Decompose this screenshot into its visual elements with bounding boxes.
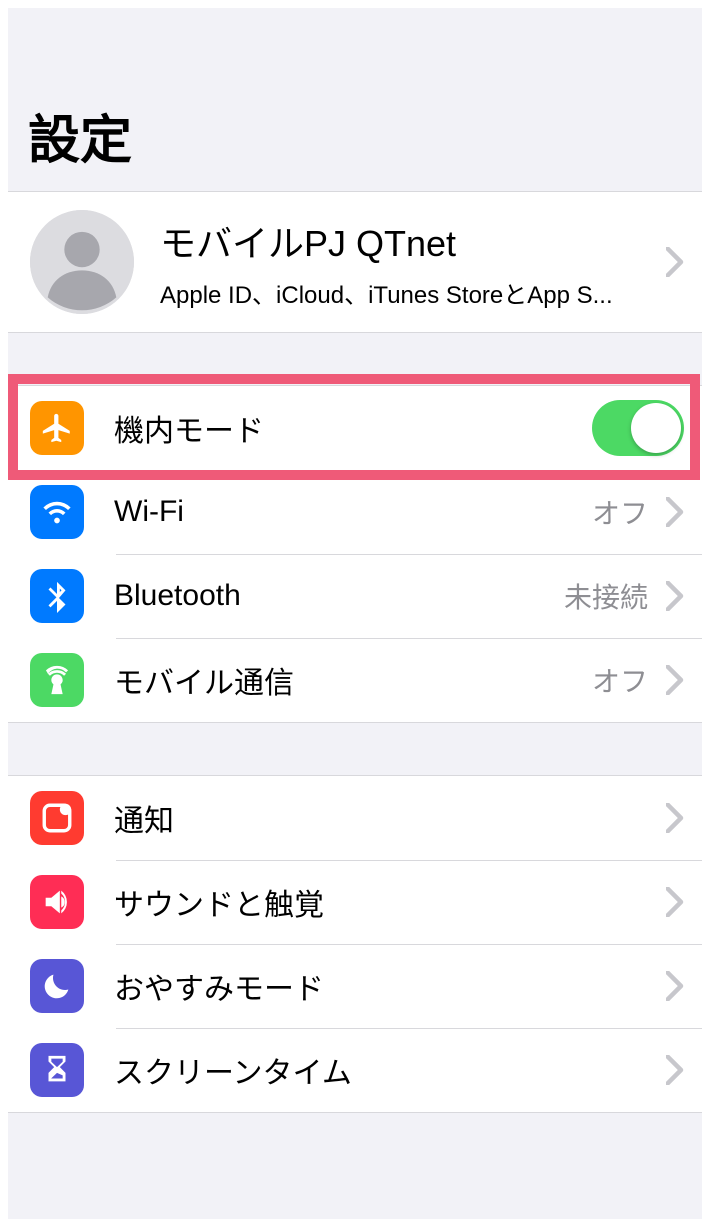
profile-row[interactable]: モバイルPJ QTnet Apple ID、iCloud、iTunes Stor… bbox=[8, 192, 702, 332]
notifications-icon bbox=[30, 791, 84, 845]
row-bluetooth[interactable]: Bluetooth 未接続 bbox=[8, 554, 702, 638]
page-title: 設定 bbox=[28, 98, 682, 173]
row-label: モバイル通信 bbox=[84, 658, 592, 702]
chevron-right-icon bbox=[658, 887, 684, 917]
header: 設定 bbox=[8, 8, 702, 191]
row-value: 未接続 bbox=[564, 576, 658, 616]
profile-name: モバイルPJ QTnet bbox=[160, 215, 658, 267]
general-group: 通知 サウンドと触覚 おやすみモード bbox=[8, 775, 702, 1113]
airplane-toggle[interactable] bbox=[592, 400, 684, 456]
row-wifi[interactable]: Wi-Fi オフ bbox=[8, 470, 702, 554]
row-notifications[interactable]: 通知 bbox=[8, 776, 702, 860]
sounds-icon bbox=[30, 875, 84, 929]
chevron-right-icon bbox=[658, 1055, 684, 1085]
chevron-right-icon bbox=[658, 665, 684, 695]
chevron-right-icon bbox=[658, 497, 684, 527]
chevron-right-icon bbox=[658, 247, 684, 277]
chevron-right-icon bbox=[658, 581, 684, 611]
avatar bbox=[30, 210, 134, 314]
chevron-right-icon bbox=[658, 971, 684, 1001]
profile-group: モバイルPJ QTnet Apple ID、iCloud、iTunes Stor… bbox=[8, 191, 702, 333]
row-value: オフ bbox=[592, 660, 658, 700]
moon-icon bbox=[30, 959, 84, 1013]
connectivity-group: 機内モード Wi-Fi オフ Bluetooth 未接続 bbox=[8, 385, 702, 723]
row-label: Wi-Fi bbox=[84, 495, 592, 529]
toggle-knob bbox=[631, 403, 681, 453]
profile-text: モバイルPJ QTnet Apple ID、iCloud、iTunes Stor… bbox=[134, 215, 658, 310]
profile-subtitle: Apple ID、iCloud、iTunes StoreとApp S... bbox=[160, 275, 658, 310]
row-label: 通知 bbox=[84, 796, 658, 840]
row-label: おやすみモード bbox=[84, 964, 658, 1008]
chevron-right-icon bbox=[658, 803, 684, 833]
row-do-not-disturb[interactable]: おやすみモード bbox=[8, 944, 702, 1028]
row-sounds[interactable]: サウンドと触覚 bbox=[8, 860, 702, 944]
bluetooth-icon bbox=[30, 569, 84, 623]
cellular-icon bbox=[30, 653, 84, 707]
wifi-icon bbox=[30, 485, 84, 539]
row-airplane-mode[interactable]: 機内モード bbox=[8, 386, 702, 470]
hourglass-icon bbox=[30, 1043, 84, 1097]
settings-screen: 設定 モバイルPJ QTnet Apple ID、iCloud、iTunes S… bbox=[8, 8, 702, 1219]
airplane-icon bbox=[30, 401, 84, 455]
row-label: スクリーンタイム bbox=[84, 1048, 658, 1092]
row-label: 機内モード bbox=[84, 406, 592, 450]
row-cellular[interactable]: モバイル通信 オフ bbox=[8, 638, 702, 722]
row-label: Bluetooth bbox=[84, 579, 564, 613]
row-label: サウンドと触覚 bbox=[84, 880, 658, 924]
row-screen-time[interactable]: スクリーンタイム bbox=[8, 1028, 702, 1112]
row-value: オフ bbox=[592, 492, 658, 532]
